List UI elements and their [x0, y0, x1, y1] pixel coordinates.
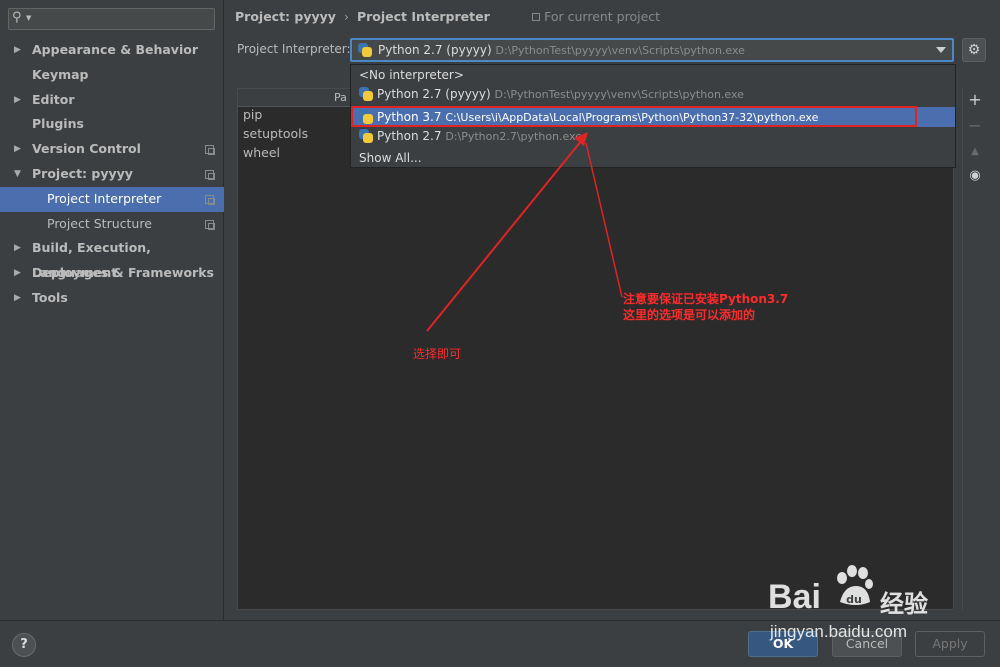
- annotation-note: 注意要保证已安装Python3.7 这里的选项是可以添加的: [623, 291, 788, 323]
- sidebar-item-keymap[interactable]: Keymap: [0, 63, 224, 88]
- sidebar-item-label: Editor: [32, 91, 75, 107]
- option-label: Python 2.7 (pyyyy) D:\PythonTest\pyyyy\v…: [377, 84, 744, 105]
- annotation-select-hint: 选择即可: [413, 347, 462, 361]
- breadcrumb-separator: ›: [343, 9, 349, 24]
- settings-sidebar: ⚲ ▼ ▶ Appearance & Behavior Keymap ▶ Edi…: [0, 0, 224, 620]
- help-button[interactable]: ?: [12, 633, 36, 657]
- sidebar-item-editor[interactable]: ▶ Editor: [0, 88, 224, 113]
- project-scope-icon: [205, 194, 215, 205]
- expand-arrow-icon[interactable]: ▶: [14, 261, 21, 286]
- page-title: Project Interpreter: [356, 9, 490, 24]
- option-name: Python 2.7 (pyyyy): [377, 87, 491, 101]
- table-row[interactable]: setuptools: [243, 126, 308, 141]
- remove-package-button[interactable]: −: [965, 116, 985, 136]
- scope-note: For current project: [532, 9, 660, 24]
- interpreter-name: Python 2.7 (pyyyy): [378, 43, 492, 57]
- expand-arrow-icon[interactable]: ▶: [14, 38, 21, 63]
- sidebar-item-tools[interactable]: ▶ Tools: [0, 286, 224, 311]
- chevron-down-icon: ▼: [26, 14, 32, 22]
- expand-arrow-icon[interactable]: ▶: [14, 236, 21, 261]
- sidebar-item-version-control[interactable]: ▶ Version Control: [0, 137, 224, 162]
- paw-icon: du: [837, 565, 873, 606]
- watermark-url: jingyan.baidu.com: [770, 622, 908, 641]
- annotation-note-line2: 这里的选项是可以添加的: [623, 308, 756, 322]
- add-package-button[interactable]: +: [965, 90, 985, 110]
- search-icon: ⚲: [12, 10, 22, 25]
- interpreter-path: D:\PythonTest\pyyyy\venv\Scripts\python.…: [495, 44, 745, 57]
- sidebar-item-build[interactable]: ▶ Build, Execution, Deployment: [0, 236, 224, 280]
- settings-tree: ▶ Appearance & Behavior Keymap ▶ Editor …: [0, 38, 224, 311]
- option-label: Python 2.7 D:\Python2.7\python.exe: [377, 126, 582, 147]
- watermark-brand: 经验: [880, 590, 928, 618]
- sidebar-item-project-structure[interactable]: Project Structure: [0, 212, 224, 237]
- watermark-logo-bai: Bai: [768, 578, 821, 616]
- expand-arrow-icon[interactable]: ▶: [14, 88, 21, 113]
- sidebar-item-label: Project Interpreter: [47, 190, 162, 206]
- breadcrumb-project: Project: pyyyy: [235, 9, 336, 24]
- expand-arrow-icon[interactable]: ▶: [14, 137, 21, 162]
- option-path: D:\Python2.7\python.exe: [445, 130, 583, 143]
- sidebar-item-languages[interactable]: ▶ Languages & Frameworks: [0, 261, 224, 286]
- column-header-package[interactable]: Pa: [334, 91, 347, 104]
- dropdown-option-no-interpreter[interactable]: <No interpreter>: [351, 65, 955, 85]
- sidebar-item-label: Version Control: [32, 141, 141, 157]
- option-label: <No interpreter>: [359, 68, 464, 82]
- interpreter-label: Project Interpreter:: [237, 42, 351, 56]
- dropdown-option-python27[interactable]: Python 2.7 D:\Python2.7\python.exe: [351, 126, 955, 146]
- baidu-jingyan-watermark: Baidu du 经验 jingyan.baidu.com: [768, 560, 993, 650]
- scope-text: For current project: [544, 9, 661, 24]
- sidebar-item-project[interactable]: ▼ Project: pyyyy: [0, 162, 224, 187]
- python-icon: [359, 87, 373, 101]
- annotation-highlight-box: [351, 106, 917, 127]
- sidebar-item-label: Languages & Frameworks: [32, 265, 214, 281]
- expand-arrow-icon[interactable]: ▶: [14, 286, 21, 311]
- sidebar-item-project-interpreter[interactable]: Project Interpreter: [0, 186, 224, 212]
- interpreter-select[interactable]: Python 2.7 (pyyyy) D:\PythonTest\pyyyy\v…: [350, 38, 954, 62]
- gear-icon[interactable]: ⚙: [962, 38, 986, 62]
- sidebar-item-label: Keymap: [32, 66, 89, 82]
- upgrade-package-button[interactable]: ▲: [965, 142, 985, 162]
- dropdown-option-python27-venv[interactable]: Python 2.7 (pyyyy) D:\PythonTest\pyyyy\v…: [351, 84, 955, 104]
- collapse-arrow-icon[interactable]: ▼: [14, 162, 21, 187]
- project-scope-icon: [205, 219, 215, 230]
- python-icon: [359, 129, 373, 143]
- annotation-note-line1: 注意要保证已安装Python3.7: [623, 292, 789, 306]
- dropdown-option-show-all[interactable]: Show All...: [351, 148, 955, 168]
- sidebar-item-label: Plugins: [32, 116, 84, 132]
- interpreter-select-value: Python 2.7 (pyyyy) D:\PythonTest\pyyyy\v…: [378, 43, 745, 57]
- option-name: Python 2.7: [377, 129, 442, 143]
- project-scope-icon: [532, 13, 541, 21]
- sidebar-item-label: Project: pyyyy: [32, 165, 133, 181]
- sidebar-item-label: Project Structure: [47, 215, 152, 231]
- project-scope-icon: [205, 169, 215, 180]
- sidebar-item-label: Appearance & Behavior: [32, 42, 198, 57]
- svg-text:du: du: [846, 593, 862, 606]
- project-scope-icon: [205, 145, 215, 156]
- sidebar-item-label: Tools: [32, 289, 68, 305]
- sidebar-item-plugins[interactable]: Plugins: [0, 112, 224, 137]
- breadcrumb: Project: pyyyy › Project Interpreter For c…: [235, 9, 660, 24]
- sidebar-item-appearance[interactable]: ▶ Appearance & Behavior: [0, 38, 224, 63]
- python-icon: [358, 43, 372, 57]
- settings-search-input[interactable]: ⚲ ▼: [8, 8, 215, 30]
- table-row[interactable]: wheel: [243, 145, 280, 160]
- chevron-down-icon[interactable]: [936, 47, 946, 53]
- option-label: Show All...: [359, 151, 422, 165]
- package-toolbar: + − ▲ ◉: [962, 88, 986, 610]
- option-path: D:\PythonTest\pyyyy\venv\Scripts\python.…: [494, 88, 744, 101]
- table-row[interactable]: pip: [243, 107, 262, 122]
- eye-icon[interactable]: ◉: [965, 166, 985, 186]
